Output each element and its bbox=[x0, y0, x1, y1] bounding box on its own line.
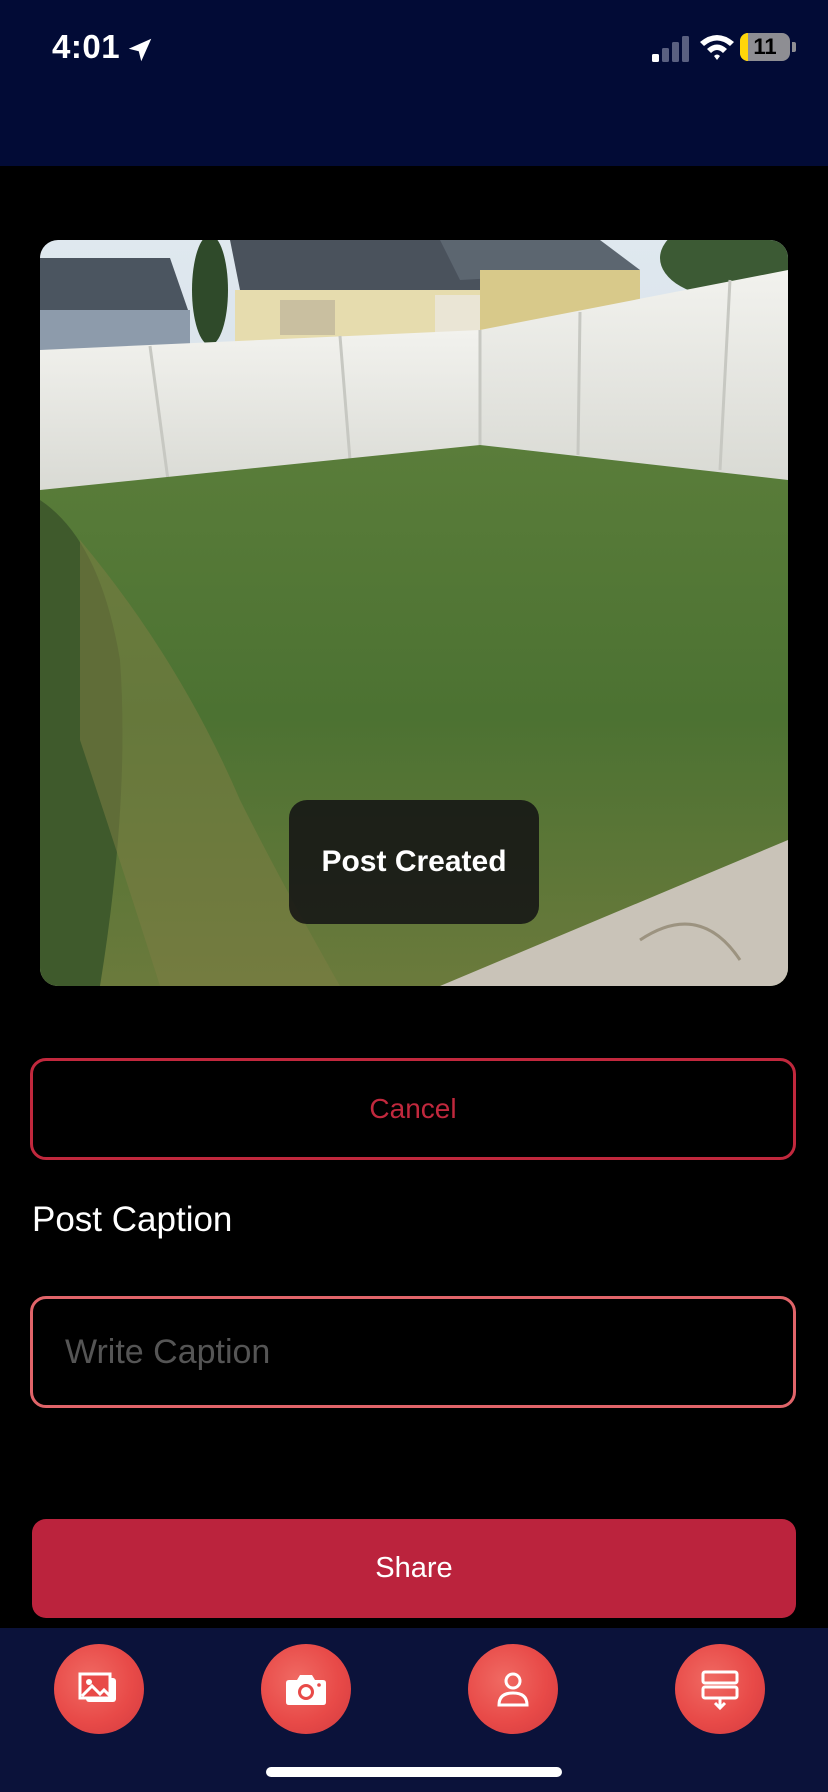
camera-icon bbox=[286, 1675, 326, 1705]
share-button[interactable]: Share bbox=[32, 1519, 796, 1618]
caption-input[interactable] bbox=[30, 1296, 796, 1408]
battery-icon: 11 bbox=[740, 33, 790, 61]
gallery-tab-button[interactable] bbox=[54, 1644, 144, 1734]
gallery-icon bbox=[78, 1672, 116, 1702]
feed-tab-button[interactable] bbox=[675, 1644, 765, 1734]
status-bar bbox=[0, 0, 828, 166]
home-indicator[interactable] bbox=[266, 1767, 562, 1777]
profile-icon bbox=[497, 1672, 529, 1707]
camera-tab-button[interactable] bbox=[261, 1644, 351, 1734]
wifi-icon bbox=[700, 35, 734, 60]
cellular-signal-icon bbox=[652, 36, 689, 62]
battery-tip bbox=[792, 42, 796, 52]
battery-level: 11 bbox=[753, 34, 777, 59]
post-created-toast: Post Created bbox=[289, 800, 539, 924]
feed-download-icon bbox=[701, 1670, 739, 1711]
location-arrow-icon bbox=[128, 38, 152, 62]
post-caption-label: Post Caption bbox=[32, 1200, 233, 1239]
cancel-button[interactable]: Cancel bbox=[30, 1058, 796, 1160]
profile-tab-button[interactable] bbox=[468, 1644, 558, 1734]
status-time: 4:01 bbox=[52, 28, 121, 65]
